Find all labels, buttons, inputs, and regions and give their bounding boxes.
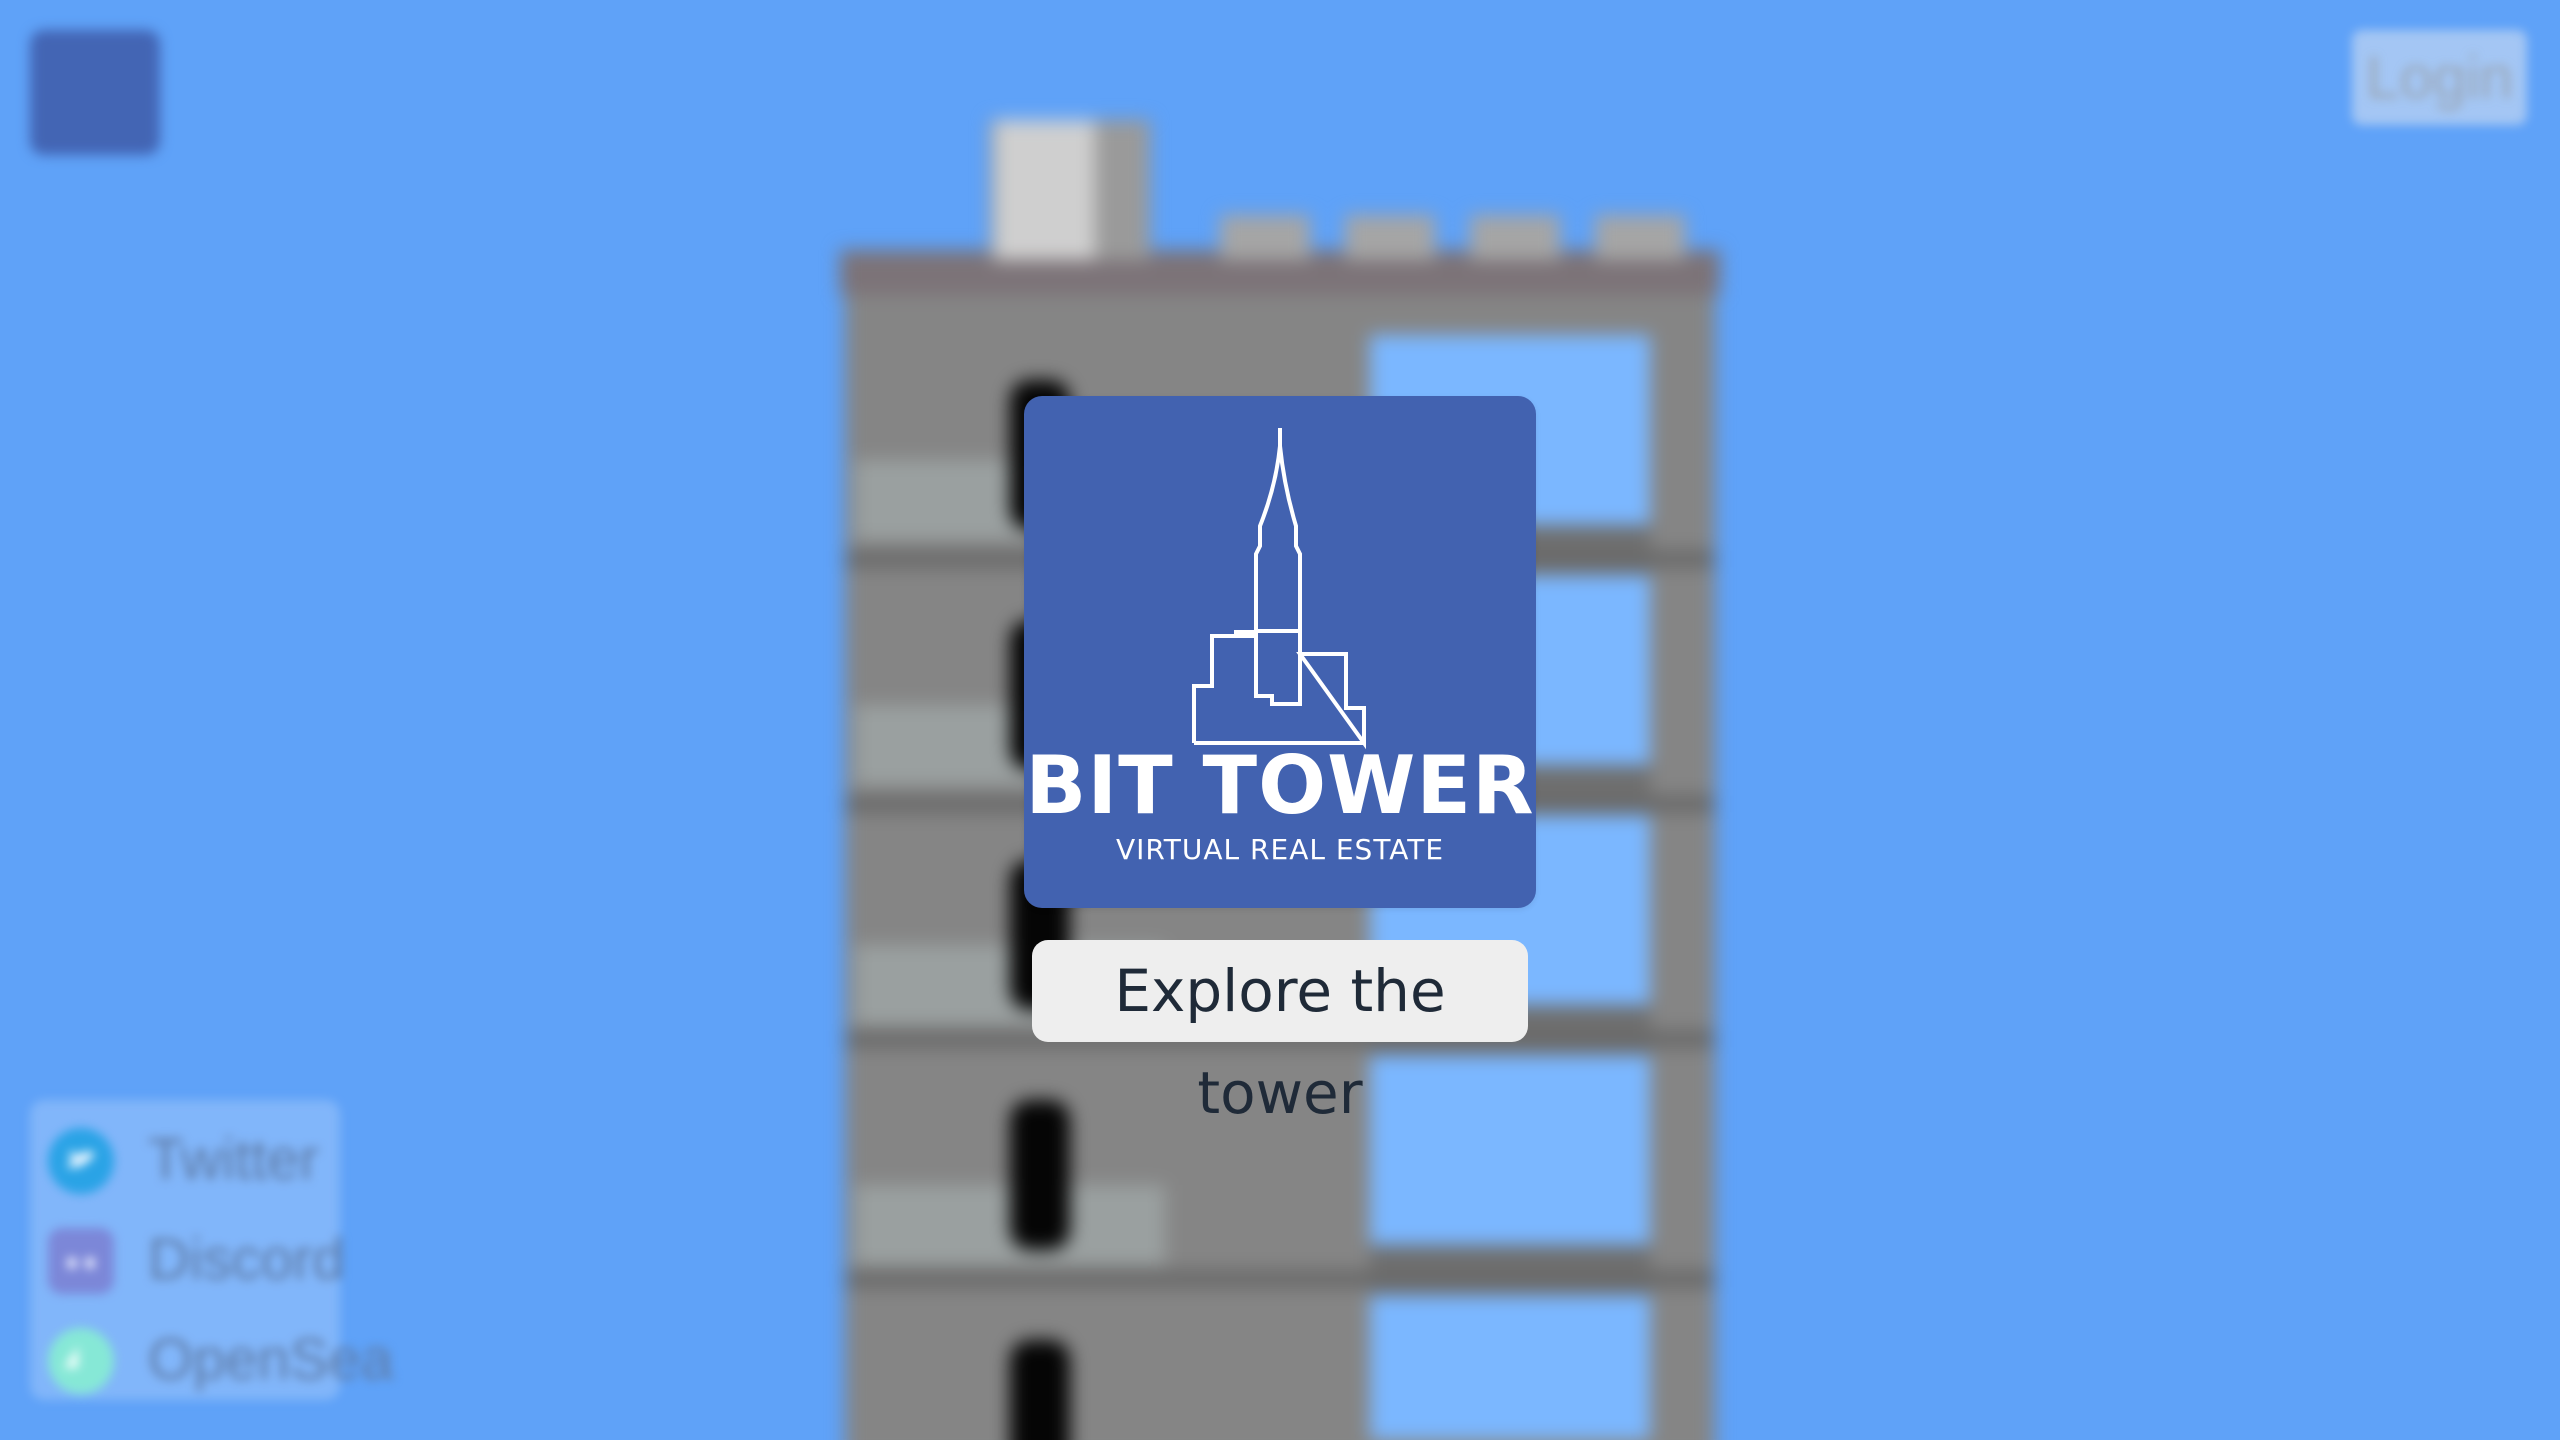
corner-logo-icon[interactable] xyxy=(30,30,160,155)
brand-title: BIT TOWER xyxy=(1025,739,1535,832)
landing-screen: Login Twitter Discord OpenSea BIT TOWER … xyxy=(0,0,2560,1440)
explore-tower-button[interactable]: Explore the tower xyxy=(1032,940,1528,1127)
social-label: OpenSea xyxy=(148,1327,394,1392)
brand-subtitle: VIRTUAL REAL ESTATE xyxy=(1115,833,1445,866)
floor-door xyxy=(1010,1100,1070,1250)
roof-unit xyxy=(1220,215,1310,260)
opensea-icon xyxy=(48,1328,114,1394)
login-button[interactable]: Login xyxy=(2352,30,2527,125)
roof-unit xyxy=(1595,215,1685,260)
roof-structure-light xyxy=(995,120,1095,260)
social-label: Twitter xyxy=(148,1127,319,1192)
roof-unit xyxy=(1470,215,1560,260)
floor-door xyxy=(1010,1340,1070,1440)
bit-tower-logo-card: BIT TOWER VIRTUAL REAL ESTATE xyxy=(1024,396,1536,908)
social-link-discord[interactable]: Discord xyxy=(48,1220,345,1300)
twitter-icon xyxy=(48,1128,114,1194)
discord-icon xyxy=(48,1228,114,1294)
social-link-twitter[interactable]: Twitter xyxy=(48,1120,338,1200)
roof-unit xyxy=(1345,215,1435,260)
social-links-panel: Twitter Discord OpenSea xyxy=(30,1100,393,1400)
floor-divider xyxy=(845,1270,1715,1288)
social-label: Discord xyxy=(148,1227,345,1292)
social-link-opensea[interactable]: OpenSea xyxy=(48,1320,393,1400)
